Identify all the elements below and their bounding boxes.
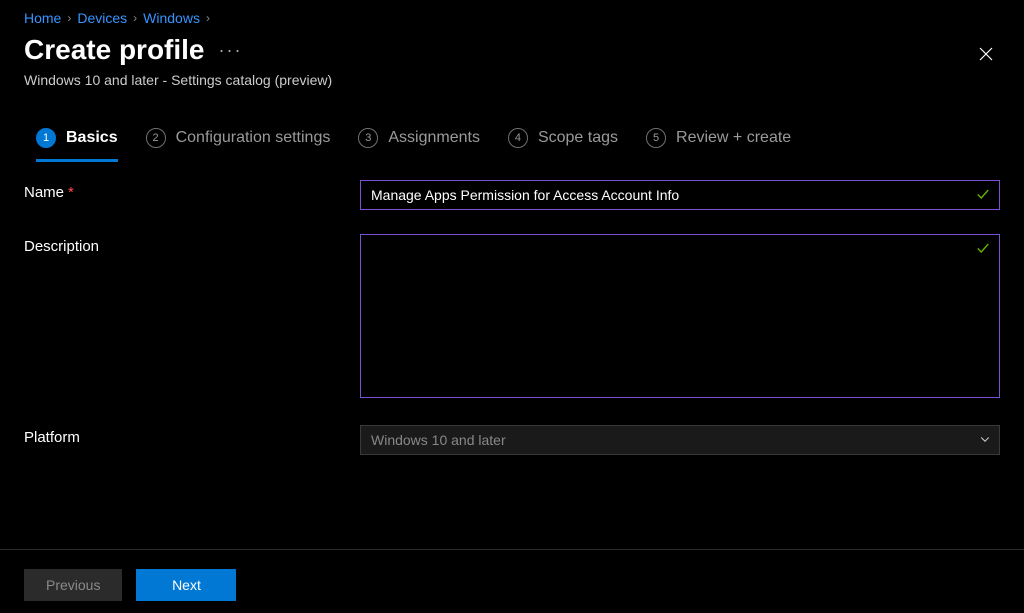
close-icon (978, 46, 994, 62)
page-subtitle: Windows 10 and later - Settings catalog … (24, 72, 332, 88)
step-label: Scope tags (538, 129, 618, 147)
breadcrumb-home[interactable]: Home (24, 10, 61, 26)
step-number-badge: 3 (358, 128, 378, 148)
step-configuration-settings[interactable]: 2 Configuration settings (146, 128, 331, 162)
breadcrumb: Home › Devices › Windows › (0, 0, 1024, 30)
name-label: Name* (24, 180, 360, 201)
chevron-right-icon: › (67, 11, 71, 25)
step-number-badge: 4 (508, 128, 528, 148)
step-review-create[interactable]: 5 Review + create (646, 128, 791, 162)
step-number-badge: 5 (646, 128, 666, 148)
platform-label: Platform (24, 425, 360, 446)
step-number-badge: 2 (146, 128, 166, 148)
page-header: Create profile ··· Windows 10 and later … (0, 30, 1024, 104)
next-button[interactable]: Next (136, 569, 236, 601)
step-label: Assignments (388, 129, 480, 147)
close-button[interactable] (976, 44, 996, 64)
chevron-right-icon: › (133, 11, 137, 25)
footer-divider (0, 549, 1024, 550)
step-label: Configuration settings (176, 129, 331, 147)
page-title: Create profile (24, 34, 205, 66)
platform-value: Windows 10 and later (371, 432, 506, 448)
chevron-right-icon: › (206, 11, 210, 25)
step-scope-tags[interactable]: 4 Scope tags (508, 128, 618, 162)
breadcrumb-devices[interactable]: Devices (77, 10, 127, 26)
name-input[interactable] (360, 180, 1000, 210)
more-actions-icon[interactable]: ··· (219, 40, 243, 61)
step-number-badge: 1 (36, 128, 56, 148)
step-label: Basics (66, 129, 118, 147)
platform-select[interactable]: Windows 10 and later (360, 425, 1000, 455)
chevron-down-icon (979, 432, 991, 448)
required-indicator: * (68, 184, 74, 201)
breadcrumb-windows[interactable]: Windows (143, 10, 200, 26)
wizard-stepper: 1 Basics 2 Configuration settings 3 Assi… (0, 104, 1024, 162)
wizard-footer: Previous Next (24, 569, 236, 601)
step-basics[interactable]: 1 Basics (36, 128, 118, 162)
step-label: Review + create (676, 129, 791, 147)
previous-button[interactable]: Previous (24, 569, 122, 601)
step-assignments[interactable]: 3 Assignments (358, 128, 480, 162)
description-label: Description (24, 234, 360, 255)
form-basics: Name* Description Platform Windows 10 an… (0, 162, 1024, 455)
description-input[interactable] (360, 234, 1000, 398)
